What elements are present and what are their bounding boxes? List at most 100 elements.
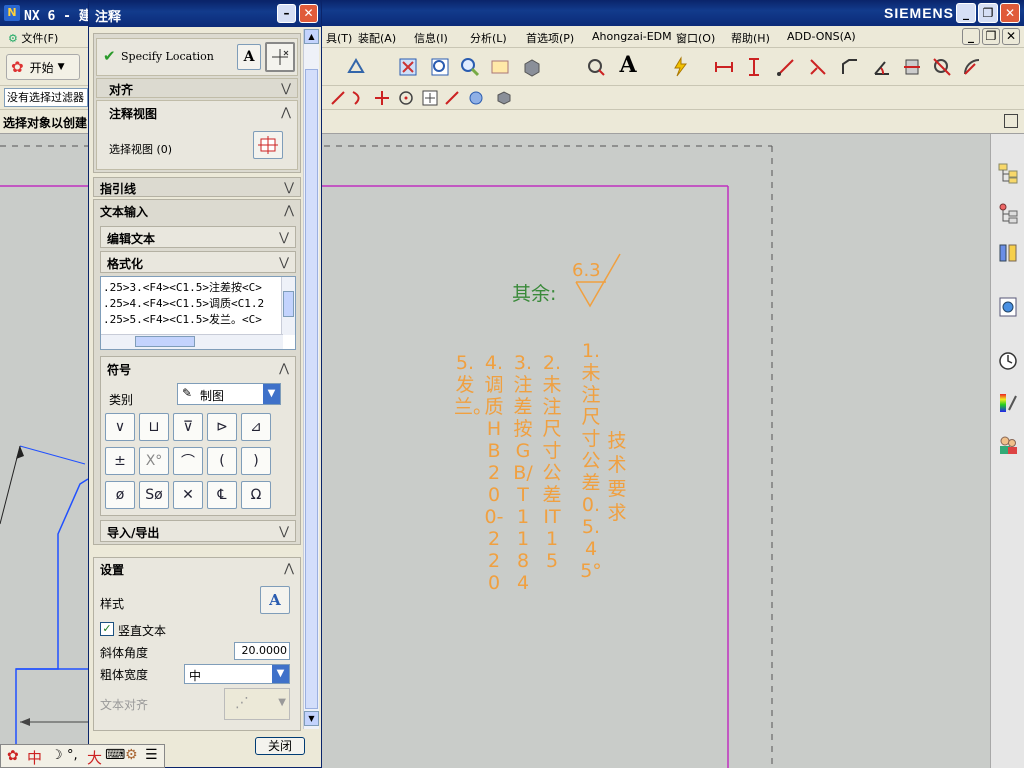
edit-text-row[interactable]: 编辑文本 ⋁ [100, 226, 296, 248]
zoom-icon[interactable] [458, 55, 482, 79]
symbol-button[interactable]: ∨ [105, 413, 135, 441]
perpendicular-dim-icon[interactable] [806, 55, 830, 79]
dialog-minimize-button[interactable]: – [277, 4, 296, 23]
symbol-button[interactable]: ⌒ [173, 447, 203, 475]
select-view-icon[interactable] [253, 131, 283, 159]
reuse-library-icon[interactable] [995, 240, 1021, 266]
slant-angle-input[interactable]: 20.0000 [234, 642, 290, 660]
dialog-vscrollbar[interactable]: ▲ ▼ [303, 29, 319, 729]
web-browser-icon[interactable] [995, 294, 1021, 320]
symbol-button[interactable]: ℄ [207, 481, 237, 509]
symbol-button[interactable]: X° [139, 447, 169, 475]
menu-assembly[interactable]: 装配(A) [358, 30, 396, 46]
angle-dim-icon[interactable] [870, 55, 894, 79]
roles-icon[interactable] [995, 432, 1021, 458]
menu-info[interactable]: 信息(I) [414, 30, 448, 46]
vertical-dim-icon[interactable] [742, 55, 766, 79]
soft-keyboard-icon[interactable]: ⌨ [105, 747, 125, 763]
hole-dim-icon[interactable] [930, 55, 954, 79]
radius-dim-icon[interactable] [960, 55, 984, 79]
text-hscrollbar[interactable] [101, 334, 283, 349]
text-align-select[interactable]: ⋰ ▼ [224, 688, 290, 720]
import-export-row[interactable]: 导入/导出 ⋁ [100, 520, 296, 542]
endpoint-snap-icon[interactable] [440, 86, 464, 110]
menu-help[interactable]: 帮助(H) [731, 30, 770, 46]
dialog-titlebar[interactable]: 注释 – ✕ [89, 1, 321, 27]
chevron-up-icon[interactable]: ⋀ [282, 561, 296, 575]
symbol-button[interactable]: ⊿ [241, 413, 271, 441]
format-row[interactable]: 格式化 ⋁ [100, 251, 296, 273]
symbol-button[interactable]: ⊳ [207, 413, 237, 441]
history-icon[interactable] [995, 348, 1021, 374]
chevron-up-icon[interactable]: ⋀ [279, 105, 293, 119]
filter-input[interactable]: 没有选择过滤器 [4, 88, 88, 107]
chevron-up-icon[interactable]: ⋀ [282, 203, 296, 217]
curve-snap-icon[interactable] [346, 86, 370, 110]
system-materials-icon[interactable] [995, 390, 1021, 416]
symbol-button[interactable]: ✕ [173, 481, 203, 509]
ime-toolbar[interactable]: ✿ 中 ☽ °, 大 ⌨ ⚙ ☰ [0, 744, 165, 768]
intersection-snap-icon[interactable] [370, 86, 394, 110]
fit-view-icon[interactable] [396, 55, 420, 79]
doc-restore-button[interactable]: ❐ [982, 28, 1000, 45]
doc-minimize-button[interactable]: _ [962, 28, 980, 45]
menu-preferences[interactable]: 首选项(P) [526, 30, 574, 46]
align-row[interactable]: 对齐 ⋁ [96, 78, 298, 98]
ime-menu-icon[interactable]: ☰ [145, 747, 158, 763]
zoom-window-icon[interactable] [428, 55, 452, 79]
symbol-button[interactable]: Sø [139, 481, 169, 509]
specify-location-row[interactable]: ✔ Specify Location A [96, 38, 298, 76]
start-button[interactable]: ✿ 开始 ▼ [6, 54, 80, 80]
bold-width-select[interactable]: 中 ▼ [184, 664, 290, 684]
minimize-button[interactable]: _ [956, 3, 976, 23]
quadrant-snap-icon[interactable] [464, 86, 488, 110]
menu-window[interactable]: 窗口(O) [676, 30, 715, 46]
pan-icon[interactable] [488, 55, 512, 79]
annotation-text-area[interactable]: .25>3.<F4><C1.5>注差按<C> .25>4.<F4><C1.5>调… [100, 276, 296, 350]
menu-add-ons[interactable]: ADD-ONS(A) [787, 30, 856, 43]
text-vscrollbar[interactable] [281, 277, 295, 335]
chamfer-dim-icon[interactable] [838, 55, 862, 79]
scroll-up-arrow[interactable]: ▲ [304, 29, 319, 44]
text-style-icon[interactable]: A [260, 586, 290, 614]
dialog-close-button[interactable]: ✕ [299, 4, 318, 23]
text-annotation-icon[interactable]: A [616, 52, 640, 78]
center-snap-icon[interactable] [394, 86, 418, 110]
symbol-button[interactable]: ø [105, 481, 135, 509]
doc-close-button[interactable]: ✕ [1002, 28, 1020, 45]
ime-tools-icon[interactable]: ⚙ [125, 747, 138, 763]
symbol-button[interactable]: ⊔ [139, 413, 169, 441]
fullscreen-icon[interactable] [1004, 114, 1018, 128]
close-button[interactable]: 关闭 [255, 737, 305, 755]
symbol-button[interactable]: ( [207, 447, 237, 475]
ime-mode[interactable]: 中 [27, 747, 42, 768]
parallel-dim-icon[interactable] [774, 55, 798, 79]
menu-tools[interactable]: 具(T) [326, 30, 352, 46]
symbol-button[interactable]: ± [105, 447, 135, 475]
vertical-text-checkbox[interactable]: ✓ [100, 622, 114, 636]
menu-file[interactable]: ⚙ 文件(F) [8, 30, 58, 46]
menu-ahongzai-edm[interactable]: Ahongzai-EDM [592, 30, 672, 43]
close-window-button[interactable]: ✕ [1000, 3, 1020, 23]
leader-section[interactable]: 指引线 ⋁ [93, 177, 301, 197]
symbol-button[interactable]: ) [241, 447, 271, 475]
assembly-navigator-icon[interactable] [995, 160, 1021, 186]
restore-button[interactable]: ❐ [978, 3, 998, 23]
ime-halfwidth-icon[interactable]: ☽ [51, 748, 63, 763]
cylinder-dim-icon[interactable] [900, 55, 924, 79]
point-constructor-icon[interactable] [265, 42, 295, 72]
wcs-icon[interactable] [344, 55, 368, 79]
chevron-up-icon[interactable]: ⋀ [277, 361, 291, 375]
symbol-button[interactable]: ⊽ [173, 413, 203, 441]
scroll-down-arrow[interactable]: ▼ [304, 711, 319, 726]
part-navigator-icon[interactable] [995, 200, 1021, 226]
scroll-thumb[interactable] [305, 69, 318, 709]
lightning-icon[interactable] [668, 55, 692, 79]
snap-point-icon[interactable] [584, 55, 608, 79]
point-snap-icon[interactable] [418, 86, 442, 110]
solid-filter-icon[interactable] [492, 86, 516, 110]
horizontal-dim-icon[interactable] [712, 55, 736, 79]
origin-tool-icon[interactable]: A [237, 44, 261, 70]
ime-punct-icon[interactable]: °, [67, 748, 78, 763]
category-select[interactable]: ✎ 制图 ▼ [177, 383, 281, 405]
